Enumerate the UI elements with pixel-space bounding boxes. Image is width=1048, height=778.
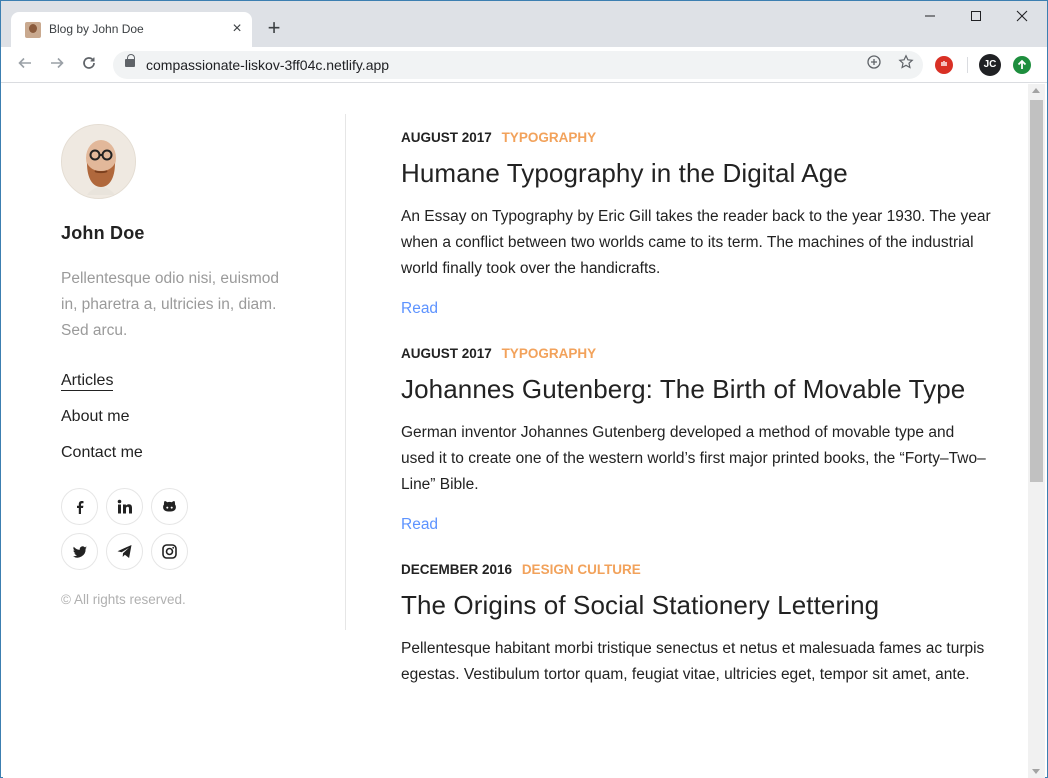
author-bio: Pellentesque odio nisi, euismod in, phar…: [61, 270, 279, 339]
post-category-link[interactable]: TYPOGRAPHY: [502, 346, 597, 361]
toolbar-separator: [967, 57, 968, 73]
lock-icon: [125, 54, 135, 67]
arrow-right-icon: [51, 57, 64, 69]
forward-button[interactable]: [45, 53, 69, 77]
author-name[interactable]: John Doe: [61, 223, 301, 244]
arrow-left-icon: [18, 57, 31, 69]
sidebar-divider: [345, 114, 346, 630]
menu-item-label: Articles: [61, 372, 114, 391]
post-meta: AUGUST 2017 TYPOGRAPHY: [401, 130, 1001, 148]
favicon-icon: [25, 22, 41, 38]
tab-title: Blog by John Doe: [49, 22, 144, 36]
read-link[interactable]: Read: [401, 516, 438, 534]
post-meta: DECEMBER 2016 DESIGN CULTURE: [401, 562, 1001, 580]
address-bar[interactable]: compassionate-liskov-3ff04c.netlify.app: [113, 51, 923, 79]
telegram-icon: [117, 545, 132, 558]
post-meta: AUGUST 2017 TYPOGRAPHY: [401, 346, 1001, 364]
read-link[interactable]: Read: [401, 300, 438, 318]
post-date: AUGUST 2017: [401, 130, 492, 145]
telegram-link[interactable]: [106, 533, 143, 570]
close-window-button[interactable]: [1007, 7, 1037, 29]
reload-icon: [83, 57, 95, 69]
post-excerpt: German inventor Johannes Gutenberg devel…: [401, 424, 986, 493]
menu-item-articles[interactable]: Articles: [61, 372, 301, 394]
post-title-link[interactable]: The Origins of Social Stationery Letteri…: [401, 588, 1001, 622]
browser-window: Blog by John Doe × + compassionate-lisko…: [0, 0, 1048, 778]
scrollbar-thumb[interactable]: [1030, 100, 1043, 482]
post-category-link[interactable]: TYPOGRAPHY: [502, 130, 597, 145]
post-item: AUGUST 2017 TYPOGRAPHY Johannes Gutenber…: [401, 346, 1001, 534]
maximize-icon: [971, 11, 981, 21]
post-list: AUGUST 2017 TYPOGRAPHY Humane Typography…: [401, 130, 1001, 716]
sidebar: John Doe Pellentesque odio nisi, euismod…: [61, 124, 301, 607]
menu-item-label: About me: [61, 408, 130, 425]
instagram-icon: [162, 544, 177, 559]
post-title-link[interactable]: Humane Typography in the Digital Age: [401, 156, 1001, 190]
maximize-button[interactable]: [961, 7, 991, 29]
twitter-link[interactable]: [61, 533, 98, 570]
reload-button[interactable]: [77, 53, 101, 77]
update-extension-icon[interactable]: [1013, 56, 1031, 74]
instagram-link[interactable]: [151, 533, 188, 570]
linkedin-icon: [117, 499, 132, 513]
facebook-link[interactable]: [61, 488, 98, 525]
minimize-icon: [925, 15, 935, 17]
twitter-icon: [72, 545, 87, 558]
post-excerpt: An Essay on Typography by Eric Gill take…: [401, 208, 991, 277]
browser-toolbar: compassionate-liskov-3ff04c.netlify.app …: [1, 47, 1047, 83]
scroll-down-icon[interactable]: [1032, 769, 1040, 774]
author-photo-icon: [62, 125, 135, 198]
github-link[interactable]: [151, 488, 188, 525]
minimize-button[interactable]: [915, 7, 945, 29]
tab-strip: Blog by John Doe × +: [1, 1, 1047, 47]
copyright-text: © All rights reserved.: [61, 592, 186, 607]
menu-item-label: Contact me: [61, 444, 143, 461]
page-viewport: John Doe Pellentesque odio nisi, euismod…: [3, 84, 1028, 778]
browser-tab[interactable]: Blog by John Doe ×: [11, 12, 252, 47]
post-date: DECEMBER 2016: [401, 562, 513, 577]
profile-avatar[interactable]: JC: [979, 54, 1001, 76]
post-excerpt: Pellentesque habitant morbi tristique se…: [401, 640, 985, 683]
linkedin-link[interactable]: [106, 488, 143, 525]
sidebar-menu: Articles About me Contact me: [61, 372, 301, 466]
github-icon: [163, 501, 176, 512]
avatar[interactable]: [61, 124, 136, 199]
menu-item-about-me[interactable]: About me: [61, 408, 301, 430]
social-links: [61, 488, 191, 570]
post-item: AUGUST 2017 TYPOGRAPHY Humane Typography…: [401, 130, 1001, 318]
add-site-icon[interactable]: [863, 54, 885, 76]
vertical-scrollbar[interactable]: [1028, 84, 1045, 778]
close-icon: [1016, 10, 1028, 22]
facebook-icon: [76, 500, 83, 514]
menu-item-contact-me[interactable]: Contact me: [61, 444, 301, 466]
scroll-up-icon[interactable]: [1032, 88, 1040, 93]
tab-close-button[interactable]: ×: [228, 20, 246, 38]
post-date: AUGUST 2017: [401, 346, 492, 361]
back-button[interactable]: [13, 53, 37, 77]
bookmark-star-icon[interactable]: [895, 54, 917, 76]
ublock-extension-icon[interactable]: [935, 56, 953, 74]
post-category-link[interactable]: DESIGN CULTURE: [522, 562, 641, 577]
url-text[interactable]: compassionate-liskov-3ff04c.netlify.app: [146, 57, 389, 73]
post-title-link[interactable]: Johannes Gutenberg: The Birth of Movable…: [401, 372, 1001, 406]
post-item: DECEMBER 2016 DESIGN CULTURE The Origins…: [401, 562, 1001, 688]
new-tab-button[interactable]: +: [263, 17, 285, 40]
